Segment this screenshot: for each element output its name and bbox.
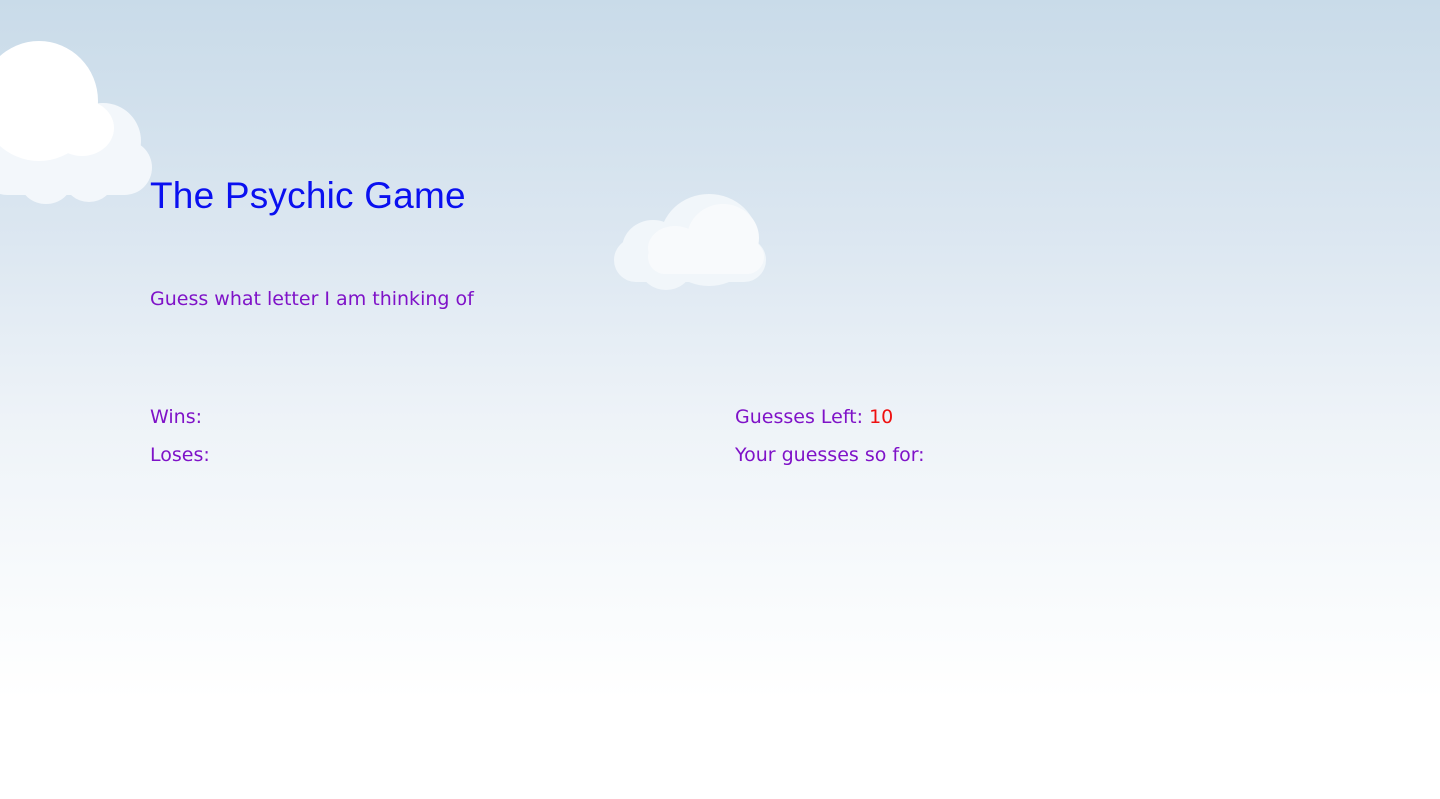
guesses-left-label: Guesses Left: [735, 406, 864, 428]
loses-label: Loses: [150, 444, 210, 466]
guesses-so-far-stat: Your guesses so for: [735, 441, 925, 469]
guesses-left-stat: Guesses Left: 10 [735, 403, 893, 431]
cloud-left [0, 38, 160, 208]
wins-label: Wins: [150, 406, 202, 428]
game-instructions: Guess what letter I am thinking of [150, 288, 474, 310]
wins-stat: Wins: [150, 403, 202, 431]
loses-stat: Loses: [150, 441, 210, 469]
guesses-so-far-label: Your guesses so for: [735, 444, 925, 466]
game-title: The Psychic Game [150, 175, 466, 216]
cloud-middle [612, 192, 772, 292]
guesses-left-value: 10 [869, 406, 894, 428]
